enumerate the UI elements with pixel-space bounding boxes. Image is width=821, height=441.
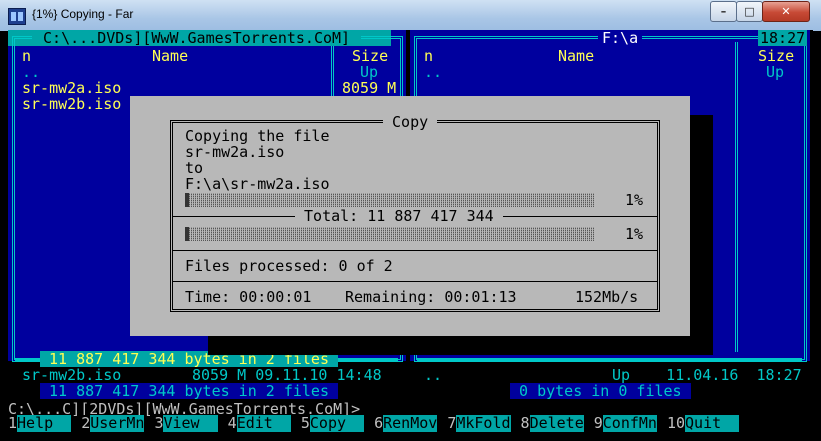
left-col-name-header[interactable]: Name [152,48,188,64]
left-row-up-size: Up [360,63,379,81]
function-key-bar: 1 Help 2 UserMn 3 View 4 Edit 5 Copy 6 RenMov … [8,415,740,432]
progress-fill [185,227,190,241]
key-f8-delete[interactable]: 8 Delete [520,415,584,432]
key-f3-view[interactable]: 3 View [154,415,218,432]
dialog-line-copying: Copying the file [185,127,330,145]
key-f6-renmov[interactable]: 6 RenMov [374,415,438,432]
far-app-icon[interactable] [8,8,26,25]
right-column-divider [735,42,738,352]
right-status-name: .. [424,366,443,384]
left-status-name: sr-mw2b.iso [22,366,122,384]
dialog-destination-file: F:\a\sr-mw2a.iso [185,175,330,193]
console-area: C:\...DVDs][WwW.GamesTorrents.CoM] n Nam… [8,30,813,435]
dialog-frame: Copy Copying the file sr-mw2a.iso to F:\… [170,114,660,312]
key-f7-mkfold[interactable]: 7 MkFold [447,415,511,432]
key-f2-usermenu[interactable]: 2 UserMn [81,415,145,432]
remaining-time: Remaining: 00:01:13 [345,288,517,306]
right-row-up-size: Up [766,63,785,81]
right-panel-path[interactable]: F:\a [598,30,643,46]
right-col-size-header[interactable]: Size [758,48,794,64]
files-separator [173,250,657,251]
copy-speed: 152Mb/s [575,288,639,306]
right-col-name-header[interactable]: Name [558,48,594,64]
left-status-info: 8059 M 09.11.10 14:48 [192,366,382,384]
file-progress-percent: 1% [625,191,644,209]
dialog-source-file: sr-mw2a.iso [185,143,285,161]
left-panel-path[interactable]: C:\...DVDs][WwW.GamesTorrents.CoM] [32,30,362,46]
title-bar[interactable]: {1%} Copying - Far – □ ✕ [0,0,821,31]
dialog-title: Copy [383,113,438,131]
files-processed: Files processed: 0 of 2 [185,257,393,275]
elapsed-time: Time: 00:00:01 [185,288,312,306]
left-col-size-header[interactable]: Size [352,48,388,64]
right-panel-bottom-frame [417,358,802,361]
total-progress-bar [185,227,595,241]
minimize-button[interactable]: – [710,1,737,22]
right-col-n-header: n [424,47,434,65]
maximize-button[interactable]: □ [736,1,763,22]
file-progress-bar [185,193,595,207]
left-row-file-selected-size: 8059 M [342,79,397,97]
close-button[interactable]: ✕ [762,1,810,22]
time-separator [173,281,657,282]
total-progress-percent: 1% [625,225,644,243]
window-title: {1%} Copying - Far [32,7,134,21]
key-f10-quit[interactable]: 10 Quit [666,415,740,432]
left-row-up-name[interactable]: .. [22,64,40,80]
left-total-summary: 11 887 417 344 bytes in 2 files [40,382,339,400]
total-bytes-label: Total: 11 887 417 344 [295,207,503,225]
dialog-line-to: to [185,159,204,177]
key-f5-copy[interactable]: 5 Copy [300,415,365,432]
progress-fill [185,193,190,207]
right-row-up-name[interactable]: .. [424,64,442,80]
right-status-info: Up 11.04.16 18:27 [612,366,802,384]
left-col-n-header: n [22,47,32,65]
clock: 18:27 [758,30,808,47]
key-f1-help[interactable]: 1 Help [8,415,72,432]
left-row-file-selected-name[interactable]: sr-mw2a.iso [22,80,121,96]
left-row-file-name[interactable]: sr-mw2b.iso [22,96,121,112]
key-f4-edit[interactable]: 4 Edit [227,415,291,432]
right-total-summary: 0 bytes in 0 files [510,382,691,400]
key-f9-confmn[interactable]: 9 ConfMn [593,415,657,432]
copy-dialog[interactable]: Copy Copying the file sr-mw2a.iso to F:\… [130,96,690,336]
